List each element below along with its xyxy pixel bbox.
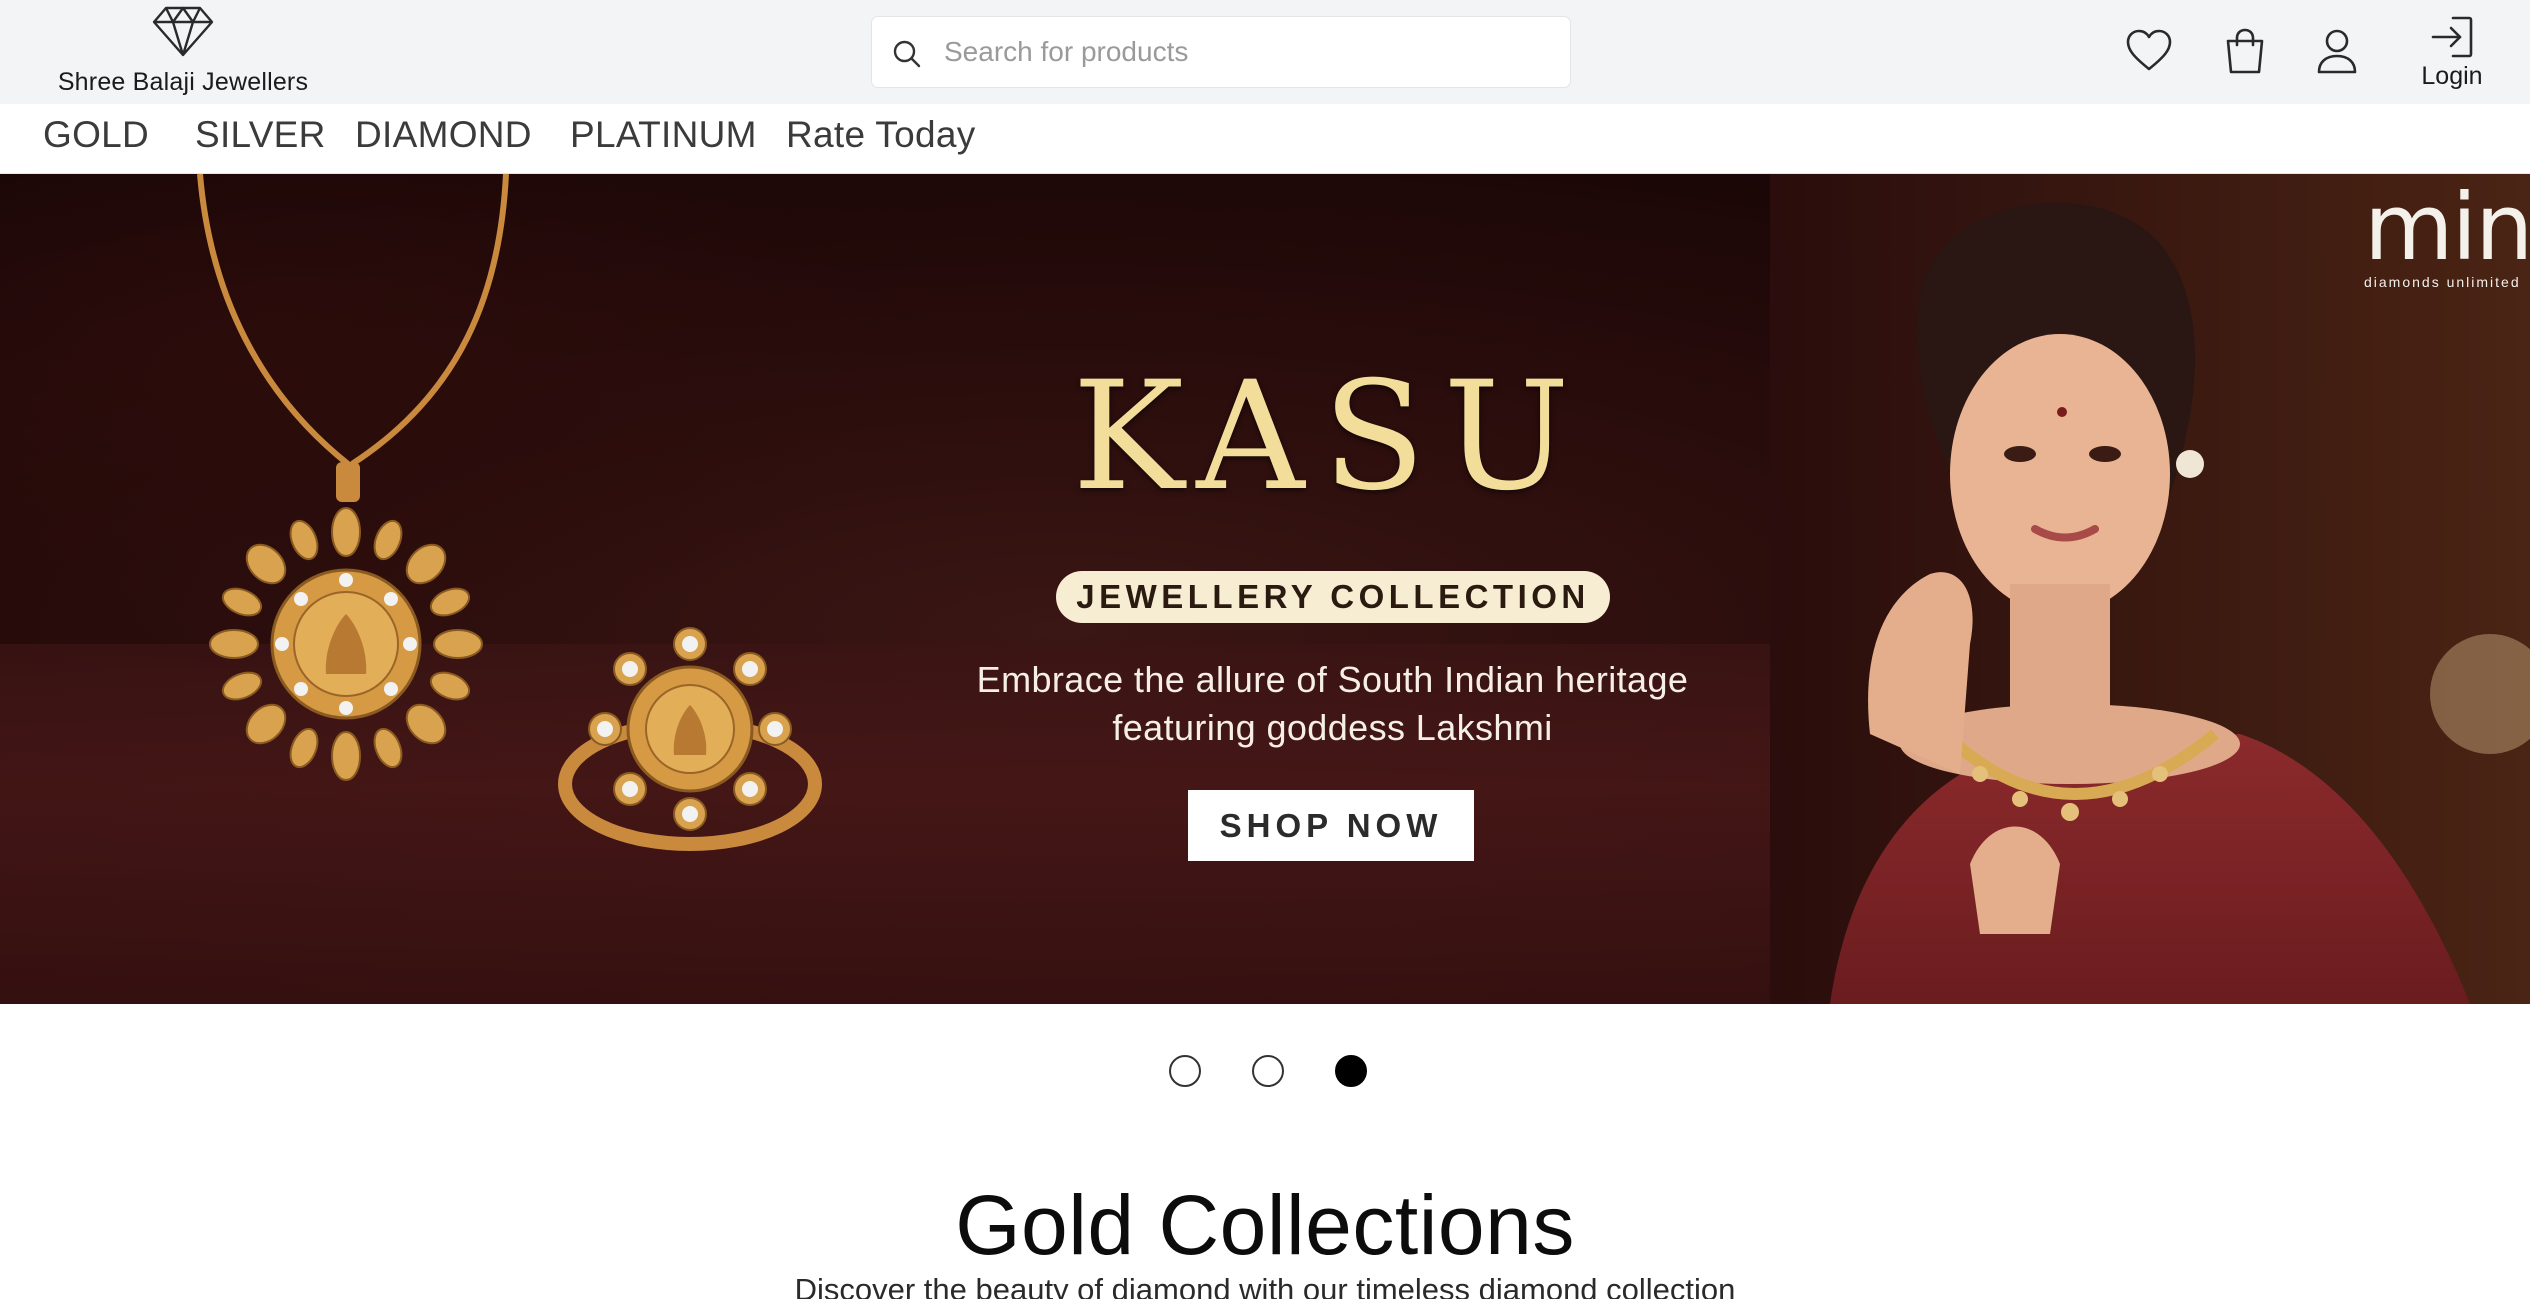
hero-title: KASU [1072, 350, 1588, 524]
shopping-bag-icon[interactable] [2220, 26, 2270, 76]
hero-tagline-line-2: featuring goddess Lakshmi [1112, 707, 1553, 748]
section-title: Gold Collections [955, 1178, 1575, 1272]
section-subtitle: Discover the beauty of diamond with our … [794, 1272, 1736, 1299]
site-header: Shree Balaji Jewellers Login [0, 0, 2530, 104]
nav-item-diamond[interactable]: DIAMOND [355, 114, 532, 156]
search-bar[interactable] [871, 16, 1571, 88]
shop-now-button[interactable]: SHOP NOW [1188, 790, 1474, 861]
carousel-dot-3[interactable] [1335, 1055, 1367, 1087]
nav-item-silver[interactable]: SILVER [195, 114, 326, 156]
login-arrow-icon [2431, 16, 2473, 58]
carousel-dot-2[interactable] [1252, 1055, 1284, 1087]
category-nav: GOLD SILVER DIAMOND PLATINUM Rate Today [0, 104, 2530, 174]
hero-tagline: Embrace the allure of South Indian herit… [900, 656, 1765, 752]
collection-pill: JEWELLERY COLLECTION [1056, 571, 1610, 623]
heart-icon[interactable] [2124, 26, 2174, 76]
login-button[interactable]: Login [2412, 14, 2492, 94]
lakshmi-ring-image [558, 627, 822, 851]
diamond-icon [152, 6, 214, 57]
login-label: Login [2421, 62, 2483, 90]
hero-banner[interactable]: mine diamonds unlimited KASU JEWELLERY C… [0, 174, 2530, 1004]
pendant-necklace-image [197, 174, 509, 781]
nav-item-rate-today[interactable]: Rate Today [786, 114, 976, 156]
search-icon [893, 40, 921, 68]
brand-logo-link[interactable]: Shree Balaji Jewellers [30, 4, 336, 100]
search-input[interactable] [944, 29, 1544, 75]
user-icon[interactable] [2312, 26, 2362, 76]
carousel-dot-1[interactable] [1169, 1055, 1201, 1087]
model-woman-image [1770, 174, 2530, 1004]
nav-item-gold[interactable]: GOLD [43, 114, 149, 156]
hero-tagline-line-1: Embrace the allure of South Indian herit… [976, 659, 1689, 700]
nav-item-platinum[interactable]: PLATINUM [570, 114, 757, 156]
partner-logo: mine diamonds unlimited [2364, 188, 2530, 288]
brand-name: Shree Balaji Jewellers [57, 68, 309, 96]
